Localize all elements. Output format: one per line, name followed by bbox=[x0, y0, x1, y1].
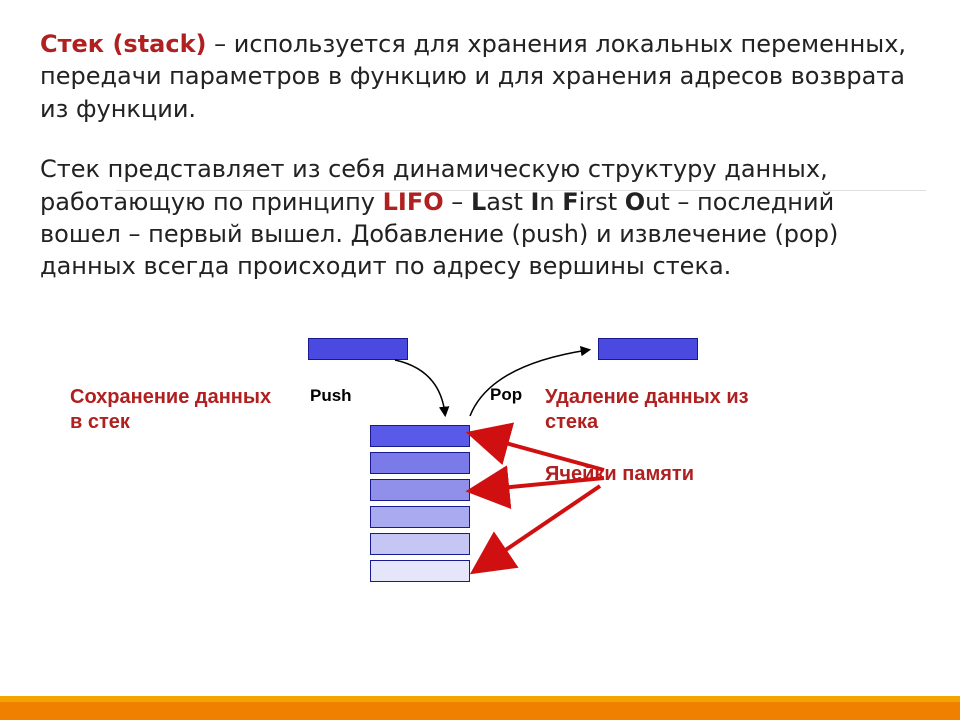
txt-ut: ut bbox=[645, 188, 670, 216]
paragraph-definition: Стек (stack) – используется для хранения… bbox=[40, 28, 920, 125]
memory-arrow-3-icon bbox=[482, 486, 600, 566]
pop-arrow-icon bbox=[470, 350, 588, 416]
cap-o: O bbox=[625, 188, 645, 216]
footer-stripe-main bbox=[0, 702, 960, 720]
stack-diagram: Push Pop Сохранение данных в стек Удален… bbox=[0, 330, 960, 630]
term-stack: Стек (stack) bbox=[40, 30, 207, 58]
txt-ast: ast bbox=[486, 188, 530, 216]
memory-arrow-1-icon bbox=[480, 436, 604, 470]
footer bbox=[0, 680, 960, 720]
slide: Стек (stack) – используется для хранения… bbox=[0, 0, 960, 720]
diagram-arrows bbox=[0, 330, 960, 630]
cap-f: F bbox=[562, 188, 578, 216]
memory-arrow-2-icon bbox=[480, 478, 604, 490]
lifo-acronym: LIFO bbox=[383, 188, 444, 216]
txt-irst: irst bbox=[579, 188, 625, 216]
dash-1: – bbox=[444, 188, 471, 216]
paragraph-lifo: Стек представляет из себя динамическую с… bbox=[40, 153, 920, 283]
cap-l: L bbox=[471, 188, 486, 216]
body-text: Стек (stack) – используется для хранения… bbox=[40, 28, 920, 283]
push-arrow-icon bbox=[395, 360, 445, 414]
txt-n: n bbox=[539, 188, 562, 216]
